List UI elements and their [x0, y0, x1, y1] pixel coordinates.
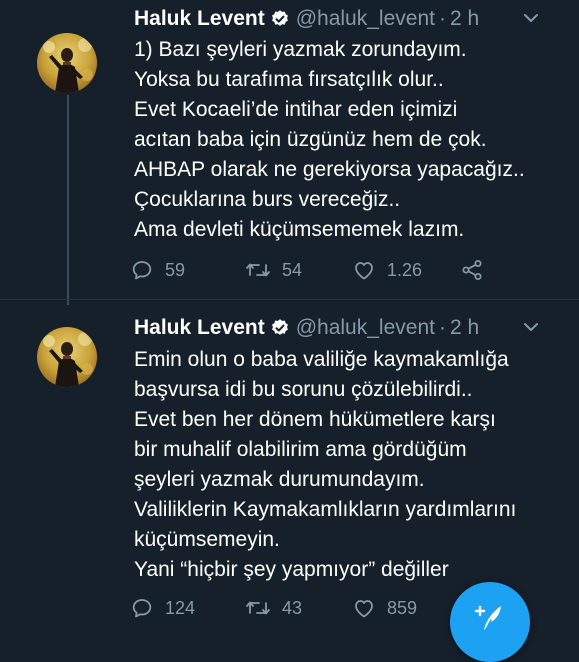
avatar[interactable] — [37, 33, 97, 93]
tweet-text-line: Evet Kocaeli’de intihar eden içimizi — [134, 98, 458, 121]
compose-tweet-button[interactable] — [450, 582, 530, 662]
author-handle[interactable]: @haluk_levent — [296, 316, 435, 340]
like-button[interactable]: 1.26 — [352, 255, 422, 285]
tweet-text-line: 1) Bazı şeyleri yazmak zorundayım. — [134, 38, 467, 61]
retweet-count: 54 — [282, 259, 303, 280]
tweet-text-line: bir muhalif olabilirim ama gördüğüm — [134, 438, 467, 461]
tweet-text-line: acıtan baba için üzgünüz hem de çok. — [134, 128, 487, 151]
tweet-actions: 59 54 1.26 — [130, 255, 530, 285]
tweet-header: Haluk Levent @haluk_levent · 2 h — [134, 6, 549, 32]
avatar[interactable] — [37, 327, 97, 387]
retweet-icon — [246, 263, 270, 277]
tweet-text-line: Evet ben her dönem hükümetlere karşı — [134, 408, 496, 431]
tweet-text-line: AHBAP olarak ne gerekiyorsa yapacağız.. — [134, 158, 525, 181]
share-button[interactable] — [460, 255, 484, 285]
tweet-text-line: Yoksa bu tarafıma fırsatçılık olur.. — [134, 68, 444, 91]
reply-count: 59 — [165, 259, 186, 280]
tweet-text-line: küçümsemeyin. — [134, 528, 280, 551]
separator-dot: · — [438, 316, 446, 339]
tweet[interactable]: Haluk Levent @haluk_levent · 2 h 1) Bazı… — [0, 0, 579, 305]
reply-icon — [132, 261, 152, 280]
reply-count: 124 — [165, 597, 196, 618]
like-count: 859 — [387, 597, 418, 618]
tweet-header: Haluk Levent @haluk_levent · 2 h — [134, 315, 549, 341]
tweet-text-line: Valiliklerin Kaymakamlıkların yardımları… — [134, 498, 517, 521]
like-button[interactable]: 859 — [352, 593, 417, 623]
reply-button[interactable]: 59 — [130, 255, 185, 285]
verified-badge-icon — [270, 9, 290, 29]
retweet-icon — [246, 601, 270, 615]
timeline: Haluk Levent @haluk_levent · 2 h 1) Bazı… — [0, 0, 579, 662]
share-icon — [462, 260, 482, 280]
tweet-text: Emin olun o baba valiliğe kaymakamlığa b… — [134, 345, 559, 585]
heart-icon — [355, 262, 373, 280]
retweet-button[interactable]: 54 — [245, 255, 302, 285]
tweet-text-line: şeyleri yazmak durumundayım. — [134, 468, 425, 491]
author-name[interactable]: Haluk Levent — [134, 316, 265, 340]
separator-dot: · — [438, 7, 446, 30]
thread-connector-line — [67, 95, 69, 305]
heart-icon — [355, 600, 373, 618]
verified-badge-icon — [270, 318, 290, 338]
retweet-button[interactable]: 43 — [245, 593, 302, 623]
retweet-count: 43 — [282, 597, 303, 618]
author-handle[interactable]: @haluk_levent — [296, 7, 435, 31]
reply-icon — [132, 599, 152, 618]
reply-button[interactable]: 124 — [130, 593, 195, 623]
tweet-text-line: Yani “hiçbir şey yapmıyor” değiller — [134, 558, 449, 581]
tweet-text: 1) Bazı şeyleri yazmak zorundayım. Yoksa… — [134, 35, 559, 245]
chevron-down-icon[interactable] — [521, 317, 541, 337]
timestamp[interactable]: 2 h — [450, 316, 479, 340]
chevron-down-icon[interactable] — [521, 8, 541, 28]
tweet-text-line: Emin olun o baba valiliğe kaymakamlığa — [134, 348, 509, 371]
author-name[interactable]: Haluk Levent — [134, 7, 265, 31]
tweet-text-line: Ama devleti küçümsememek lazım. — [134, 218, 465, 241]
compose-tweet-icon — [474, 605, 501, 632]
tweet-text-line: başvursa idi bu sorunu çözülebilirdi.. — [134, 378, 473, 401]
tweet-text-line: Çocuklarına burs vereceğiz.. — [134, 188, 401, 211]
like-count: 1.26 — [387, 259, 423, 280]
timestamp[interactable]: 2 h — [450, 7, 479, 31]
